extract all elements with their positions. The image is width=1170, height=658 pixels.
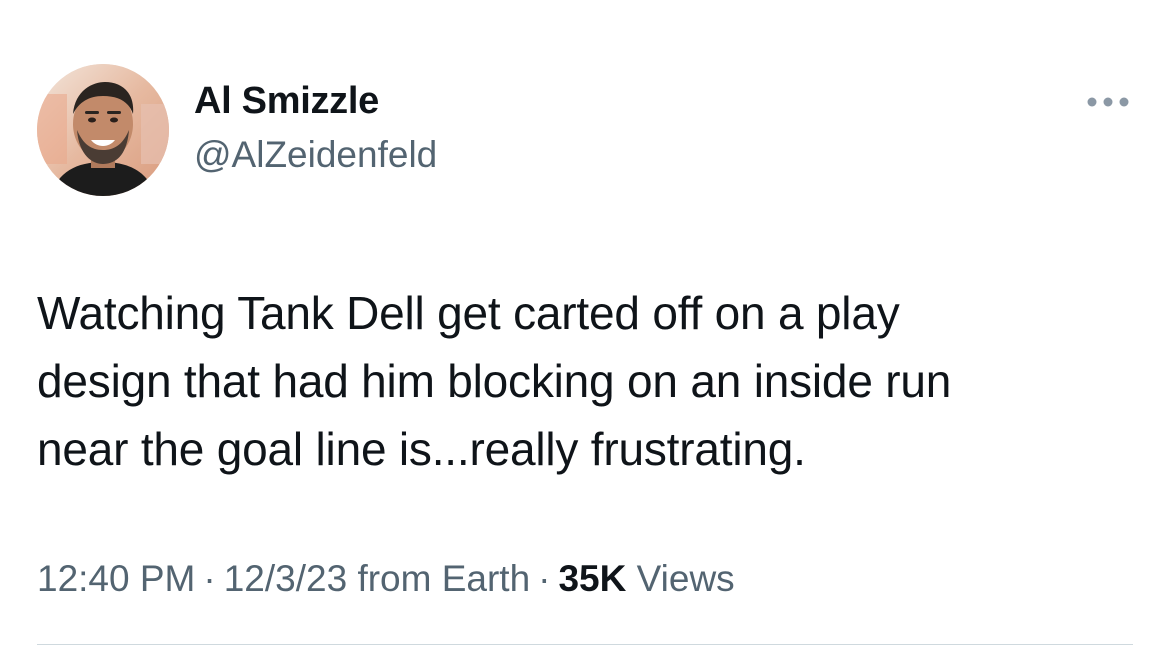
separator: ·: [203, 558, 216, 599]
tweet-time[interactable]: 12:40 PM: [37, 558, 195, 599]
tweet-card: Al Smizzle @AlZeidenfeld Watching Tank D…: [0, 0, 1170, 658]
separator: ·: [538, 558, 551, 599]
author-display-name[interactable]: Al Smizzle: [194, 80, 379, 123]
tweet-metadata: 12:40 PM · 12/3/23 from Earth · 35K Views: [37, 558, 735, 600]
more-options-button[interactable]: [1080, 90, 1136, 114]
more-horizontal-icon: [1087, 97, 1129, 107]
divider: [37, 644, 1133, 645]
tweet-date[interactable]: 12/3/23: [224, 558, 347, 599]
avatar[interactable]: [37, 64, 169, 196]
profile-photo-icon: [37, 64, 169, 196]
tweet-text: Watching Tank Dell get carted off on a p…: [37, 287, 952, 475]
author-handle[interactable]: @AlZeidenfeld: [194, 134, 437, 176]
tweet-source: from Earth: [357, 558, 531, 599]
views-count[interactable]: 35K: [558, 558, 626, 599]
views-label: Views: [636, 558, 735, 599]
